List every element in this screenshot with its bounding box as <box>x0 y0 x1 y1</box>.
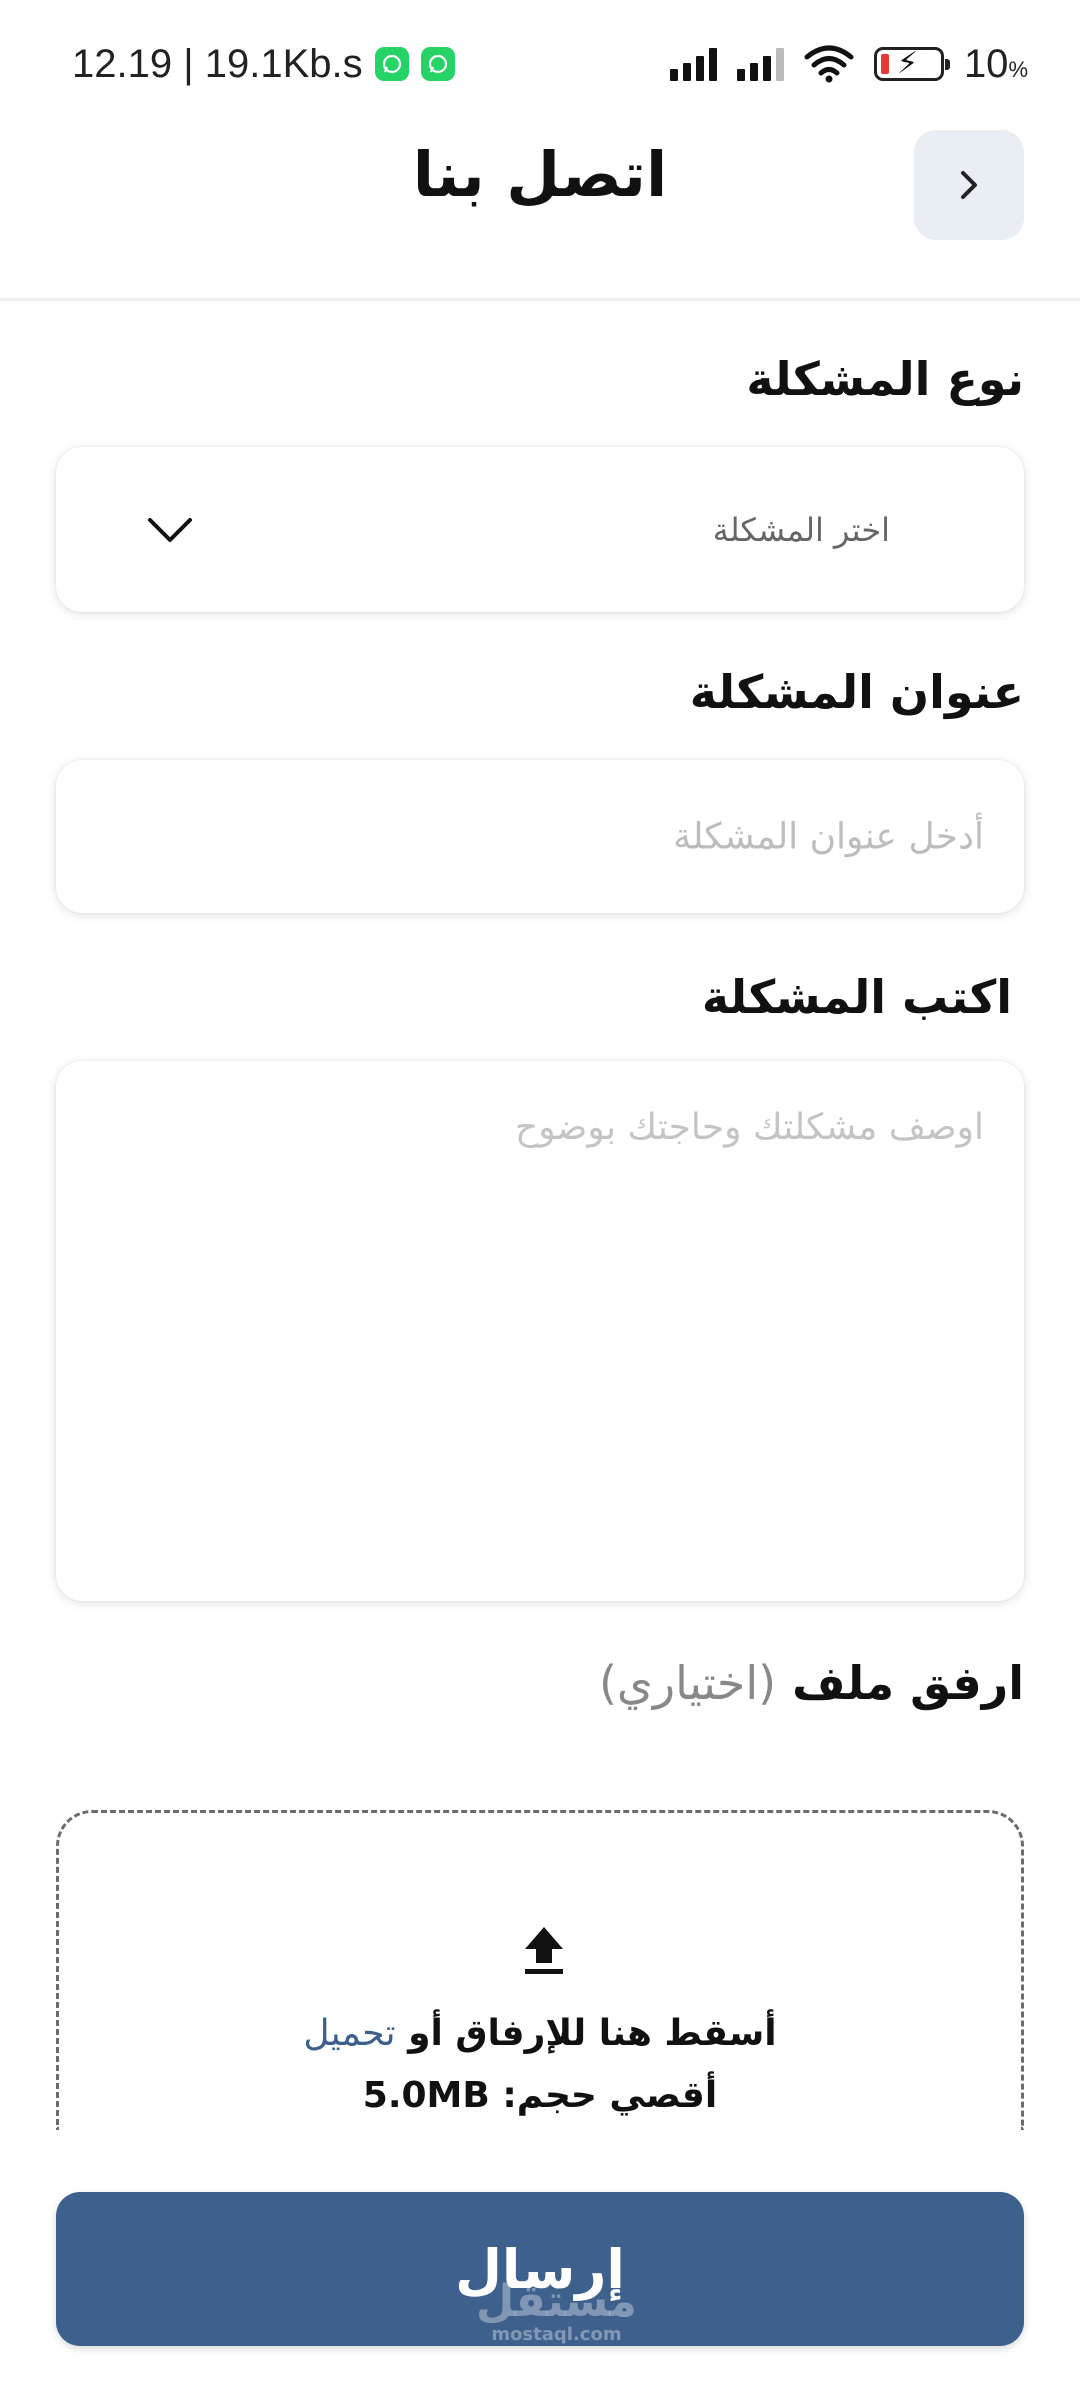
status-right: ⚡ 10% <box>669 36 1028 92</box>
signal-icon <box>669 47 717 81</box>
problem-type-select[interactable]: اختر المشكلة <box>56 447 1024 612</box>
problem-description-placeholder: اوصف مشكلتك وحاجتك بوضوح <box>514 1107 984 1148</box>
attachment-label: ارفق ملف (اختياري) <box>599 1656 1024 1710</box>
chevron-right-icon <box>961 171 977 199</box>
chevron-down-icon <box>148 517 192 542</box>
file-drop-zone[interactable]: أسقط هنا للإرفاق أو تحميل أقصي حجم: 5.0M… <box>56 1810 1024 2130</box>
problem-description-label: اكتب المشكلة <box>701 970 1012 1024</box>
problem-type-label: نوع المشكلة <box>746 352 1024 406</box>
back-button[interactable] <box>914 130 1024 240</box>
whatsapp-icon <box>420 47 455 81</box>
signal-icon <box>736 47 784 81</box>
upload-icon <box>525 1927 563 1974</box>
battery-percent: 10% <box>963 41 1028 86</box>
max-size-label: أقصي حجم: <box>502 2075 718 2116</box>
upload-link[interactable]: تحميل <box>303 2013 395 2054</box>
problem-title-label: عنوان المشكلة <box>689 665 1024 719</box>
max-size-text: أقصي حجم: 5.0MB <box>59 2075 1021 2116</box>
watermark-logo: مستقل mostaql.com <box>476 2276 637 2346</box>
attachment-optional-text: (اختياري) <box>598 1656 777 1710</box>
watermark-brand: مستقل <box>476 2276 637 2327</box>
problem-title-input[interactable]: أدخل عنوان المشكلة <box>56 760 1024 913</box>
problem-description-textarea[interactable]: اوصف مشكلتك وحاجتك بوضوح <box>56 1061 1024 1601</box>
status-bar: 12.19 | 19.1Kb.s ⚡ 10% <box>0 0 1080 120</box>
app-header: اتصل بنا <box>0 120 1080 301</box>
drop-instructions: أسقط هنا للإرفاق أو تحميل <box>59 2013 1021 2054</box>
time-network-speed: 12.19 | 19.1Kb.s <box>72 41 363 86</box>
battery-charging-icon: ⚡ <box>873 47 950 81</box>
whatsapp-icon <box>374 47 409 81</box>
problem-type-placeholder: اختر المشكلة <box>712 510 890 549</box>
max-size-value: 5.0MB <box>362 2075 490 2116</box>
status-left: 12.19 | 19.1Kb.s <box>72 38 455 90</box>
wifi-icon <box>804 45 854 83</box>
problem-title-placeholder: أدخل عنوان المشكلة <box>673 816 984 857</box>
watermark-domain: mostaql.com <box>491 2324 622 2345</box>
attachment-label-text: ارفق ملف <box>792 1656 1024 1710</box>
drop-text: أسقط هنا للإرفاق أو <box>408 2013 777 2054</box>
